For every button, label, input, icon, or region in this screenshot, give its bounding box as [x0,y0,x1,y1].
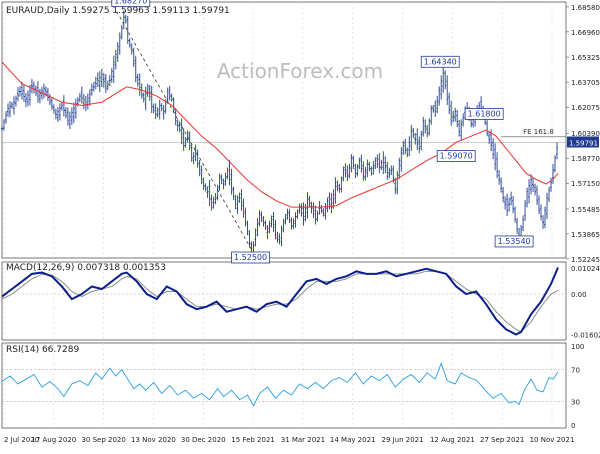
watermark-text: ActionForex.com [217,59,383,83]
euraud-chart: 1.685801.669601.653251.637051.620751.603… [1,0,600,444]
level-label: 1.68270 [114,0,147,6]
macd-panel [1,261,567,341]
x-tick-label: 10 Nov 2021 [530,436,575,444]
price-y-tick-label: 1.55485 [571,206,600,214]
price-y-tick-label: 1.62075 [571,104,600,112]
x-tick-label: 31 Mar 2021 [281,436,325,444]
rsi-y-tick-label: 30 [571,398,580,406]
level-label: 1.52500 [234,253,267,262]
macd-panel-title: MACD(12,26,9) 0.007318 0.001353 [6,263,166,273]
x-tick-label: 29 Jun 2021 [381,436,423,444]
macd-y-tick-label: 0.00 [571,291,587,299]
x-tick-label: 14 May 2021 [330,436,376,444]
price-y-tick-label: 1.58770 [571,155,600,163]
x-tick-label: 30 Sep 2020 [81,436,125,444]
x-tick-label: 13 Nov 2020 [131,436,176,444]
price-y-tick-label: 1.52245 [571,256,600,264]
chart-container: 1.68580 1.66960 1.65325 1.63705 1.62075 1.603… [0,0,600,450]
price-y-tick-label: 1.68580 [571,4,600,12]
level-label: 1.64340 [424,57,457,66]
rsi-y-tick-label: 70 [571,367,580,375]
x-tick-label: 27 Sep 2021 [480,436,524,444]
x-tick-label: 15 Feb 2021 [231,436,275,444]
x-tick-label: 30 Dec 2020 [181,436,226,444]
last-price-label: 1.59791 [569,139,598,147]
level-label: 1.53540 [498,237,531,246]
macd-y-tick-label: 0.010248 [571,265,600,273]
level-label: 1.59070 [440,152,473,161]
price-y-tick-label: 1.63705 [571,79,600,87]
rsi-panel-title: RSI(14) 66.7289 [6,345,79,355]
x-tick-label: 12 Aug 2021 [430,436,475,444]
fe-161-label: FE 161.8 [523,128,554,136]
rsi-y-tick-label: 100 [571,343,584,351]
macd-y-tick-label: -0.016023 [571,332,600,340]
x-tick-label: 17 Aug 2020 [31,436,76,444]
rsi-y-tick-label: 0 [571,422,575,430]
price-panel [1,1,567,259]
level-label: 1.61800 [468,109,501,118]
price-y-tick-label: 1.53865 [571,231,600,239]
price-y-tick-label: 1.57150 [571,180,600,188]
price-y-tick-label: 1.66960 [571,29,600,37]
price-panel-title: EURAUD,Daily 1.59275 1.59963 1.59113 1.5… [6,6,230,16]
price-y-tick-label: 1.65325 [571,54,600,62]
